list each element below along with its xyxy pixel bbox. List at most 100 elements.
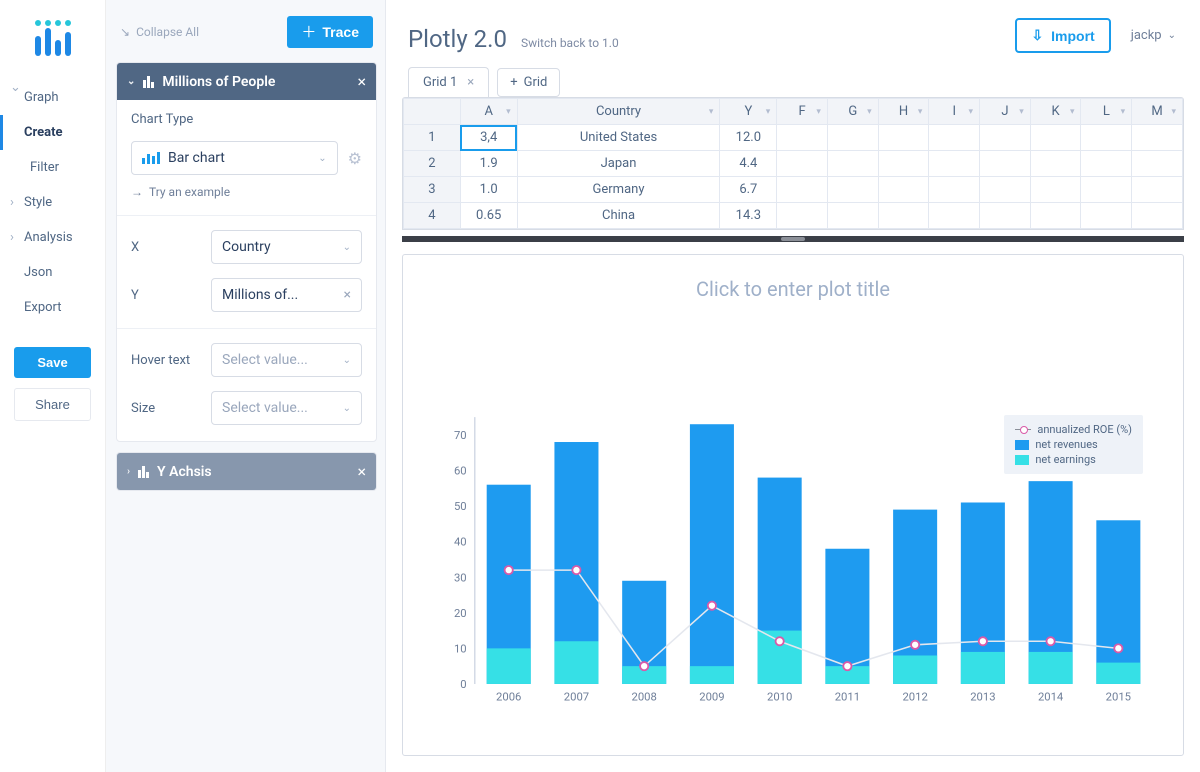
column-header[interactable]: F▾ xyxy=(777,99,828,125)
collapse-all-button[interactable]: ↘ Collapse All xyxy=(120,25,199,39)
x-select[interactable]: Country ⌄ xyxy=(211,230,362,264)
grid-cell[interactable]: Japan xyxy=(517,151,720,177)
grid-cell[interactable] xyxy=(929,125,980,151)
grid-cell[interactable] xyxy=(878,151,929,177)
inspector-panel: ↘ Collapse All ＋ Trace ⌄ Millions of Peo… xyxy=(106,0,386,772)
grid-cell[interactable] xyxy=(980,203,1031,229)
column-header[interactable]: H▾ xyxy=(878,99,929,125)
grid-cell[interactable] xyxy=(827,177,878,203)
grid-cell[interactable] xyxy=(1132,203,1183,229)
grid-cell[interactable]: Germany xyxy=(517,177,720,203)
grid-cell[interactable] xyxy=(1030,177,1081,203)
grid-cell[interactable] xyxy=(980,177,1031,203)
grid-cell[interactable] xyxy=(878,125,929,151)
grid-cell[interactable] xyxy=(1132,125,1183,151)
grid-cell[interactable] xyxy=(929,151,980,177)
grid-cell[interactable]: 14.3 xyxy=(720,203,777,229)
column-header[interactable]: A▾ xyxy=(460,99,517,125)
grid-cell[interactable] xyxy=(1081,177,1132,203)
sidebar-item-filter[interactable]: Filter xyxy=(0,150,105,185)
grid-cell[interactable] xyxy=(1030,203,1081,229)
import-label: Import xyxy=(1051,28,1095,44)
grid-cell[interactable] xyxy=(777,151,828,177)
sidebar-item-export[interactable]: Export xyxy=(0,290,105,325)
chart-type-value: Bar chart xyxy=(168,150,225,166)
tabs-row: Grid 1 × + Grid xyxy=(386,67,1200,97)
grid-cell[interactable]: China xyxy=(517,203,720,229)
grid-cell[interactable] xyxy=(1081,151,1132,177)
row-header[interactable]: 3 xyxy=(404,177,461,203)
grid-cell[interactable] xyxy=(827,125,878,151)
sidebar-label: Graph xyxy=(24,90,59,105)
grid-cell[interactable]: 1.0 xyxy=(460,177,517,203)
grid-cell[interactable] xyxy=(1030,125,1081,151)
column-header[interactable]: Y▾ xyxy=(720,99,777,125)
share-button[interactable]: Share xyxy=(14,388,91,421)
size-select[interactable]: Select value... ⌄ xyxy=(211,391,362,425)
grid-cell[interactable]: 4.4 xyxy=(720,151,777,177)
column-header[interactable]: K▾ xyxy=(1030,99,1081,125)
grid-cell[interactable] xyxy=(878,177,929,203)
add-trace-button[interactable]: ＋ Trace xyxy=(287,16,373,48)
tab-grid-1[interactable]: Grid 1 × xyxy=(408,67,489,97)
column-header[interactable]: G▾ xyxy=(827,99,878,125)
data-grid[interactable]: A▾Country▾Y▾F▾G▾H▾I▾J▾K▾L▾M▾ 13,4United S… xyxy=(402,97,1184,230)
row-header[interactable]: 1 xyxy=(404,125,461,151)
grid-cell[interactable]: 0.65 xyxy=(460,203,517,229)
trace-card-header[interactable]: ⌄ Millions of People × xyxy=(117,63,376,100)
column-header[interactable]: J▾ xyxy=(980,99,1031,125)
collapse-text: Collapse All xyxy=(136,25,199,39)
close-icon[interactable]: × xyxy=(467,75,474,90)
grid-cell[interactable] xyxy=(1081,125,1132,151)
grid-cell[interactable]: 3,4 xyxy=(460,125,517,151)
chart-legend[interactable]: annualized ROE (%) net revenues net earn… xyxy=(1004,415,1143,474)
grid-cell[interactable]: 12.0 xyxy=(720,125,777,151)
close-icon[interactable]: × xyxy=(357,462,366,481)
sidebar-item-create[interactable]: Create xyxy=(0,115,105,150)
grid-cell[interactable]: 6.7 xyxy=(720,177,777,203)
grid-cell[interactable] xyxy=(777,203,828,229)
grid-cell[interactable] xyxy=(980,125,1031,151)
import-button[interactable]: ⇩ Import xyxy=(1015,18,1110,53)
chevron-down-icon: ⌄ xyxy=(343,355,351,366)
sidebar-item-json[interactable]: Json xyxy=(0,255,105,290)
grid-scrollbar[interactable] xyxy=(402,236,1184,242)
y-select[interactable]: Millions of... × xyxy=(211,278,362,312)
add-grid-button[interactable]: + Grid xyxy=(497,68,560,97)
chart-type-select[interactable]: Bar chart ⌄ xyxy=(131,141,338,175)
grid-cell[interactable]: 1.9 xyxy=(460,151,517,177)
save-button[interactable]: Save xyxy=(14,347,91,378)
try-example-link[interactable]: → Try an example xyxy=(131,185,362,199)
grid-cell[interactable] xyxy=(980,151,1031,177)
switch-version-link[interactable]: Switch back to 1.0 xyxy=(521,36,619,50)
svg-text:30: 30 xyxy=(454,571,467,584)
grid-cell[interactable] xyxy=(929,177,980,203)
grid-cell[interactable] xyxy=(827,151,878,177)
roe-swatch xyxy=(1015,425,1031,435)
column-header[interactable]: I▾ xyxy=(929,99,980,125)
grid-cell[interactable] xyxy=(1030,151,1081,177)
grid-cell[interactable]: United States xyxy=(517,125,720,151)
grid-cell[interactable] xyxy=(878,203,929,229)
trace-card-2: › Y Achsis × xyxy=(116,452,377,491)
grid-cell[interactable] xyxy=(777,125,828,151)
hover-select[interactable]: Select value... ⌄ xyxy=(211,343,362,377)
column-header[interactable]: Country▾ xyxy=(517,99,720,125)
row-header[interactable]: 2 xyxy=(404,151,461,177)
close-icon[interactable]: × xyxy=(357,72,366,91)
grid-cell[interactable] xyxy=(777,177,828,203)
grid-cell[interactable] xyxy=(1132,151,1183,177)
trace-card-header[interactable]: › Y Achsis × xyxy=(117,453,376,490)
row-header[interactable]: 4 xyxy=(404,203,461,229)
grid-cell[interactable] xyxy=(1132,177,1183,203)
user-menu[interactable]: jackp ⌄ xyxy=(1131,28,1176,43)
gear-icon[interactable]: ⚙ xyxy=(348,149,362,168)
grid-cell[interactable] xyxy=(929,203,980,229)
grid-cell[interactable] xyxy=(827,203,878,229)
sidebar-label: Style xyxy=(24,195,52,210)
clear-icon[interactable]: × xyxy=(344,287,351,303)
column-header[interactable]: L▾ xyxy=(1081,99,1132,125)
grid-cell[interactable] xyxy=(1081,203,1132,229)
chart-title-input[interactable]: Click to enter plot title xyxy=(403,255,1183,305)
column-header[interactable]: M▾ xyxy=(1132,99,1183,125)
